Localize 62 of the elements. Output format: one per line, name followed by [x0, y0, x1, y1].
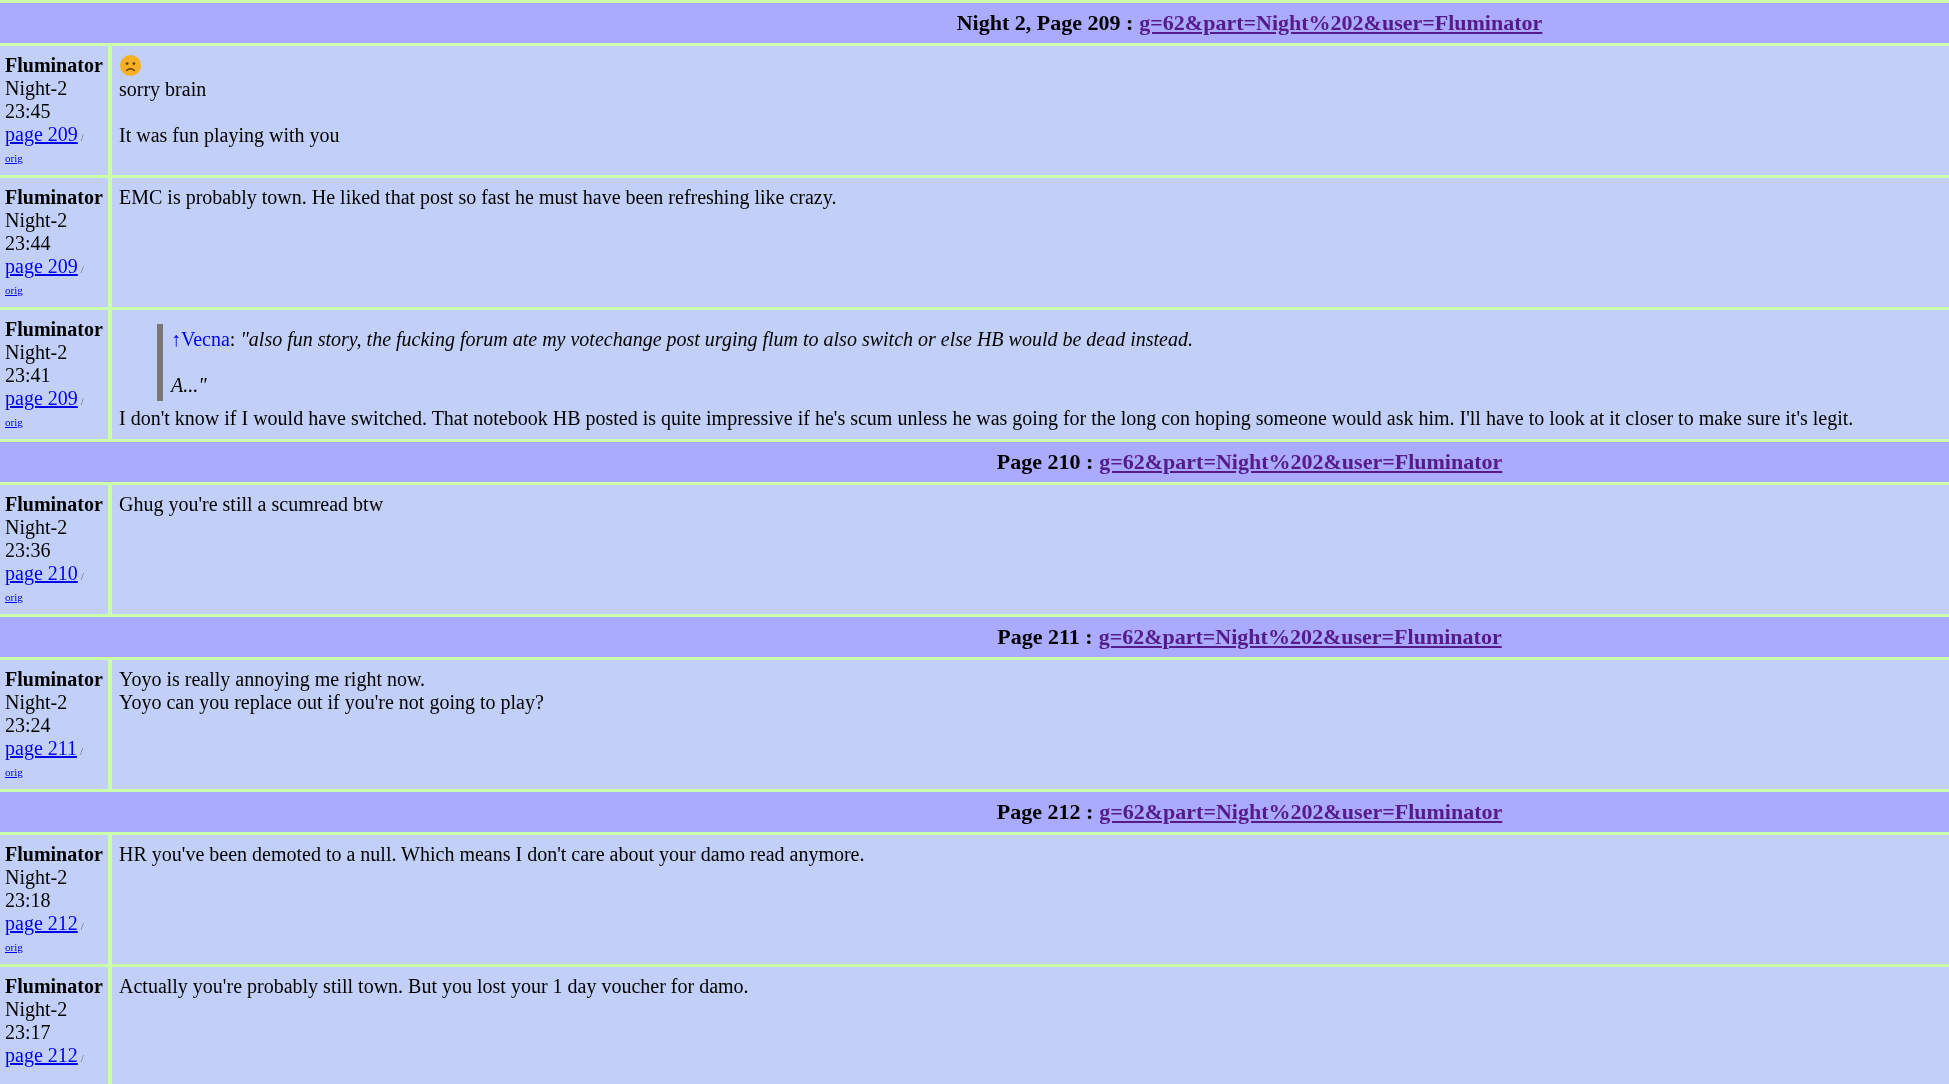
post-text: Ghug you're still a scumread btw: [119, 493, 385, 516]
author-name: Fluminator: [5, 843, 103, 866]
header-label: Night 2, Page 209 :: [956, 10, 1134, 36]
header-link[interactable]: g=62&part=Night%202&user=Fluminator: [1099, 449, 1503, 475]
page-link[interactable]: page 209: [5, 387, 78, 409]
separator-slash: /: [80, 131, 84, 143]
post-time: 23:36: [5, 539, 52, 562]
header-link[interactable]: g=62&part=Night%202&user=Fluminator: [1098, 624, 1502, 650]
phase-label: Night-2: [5, 516, 69, 539]
post-time: 23:44: [5, 232, 52, 255]
author-name: Fluminator: [5, 668, 103, 691]
separator-slash: /: [80, 1052, 84, 1064]
header-label: Page 210 :: [996, 449, 1094, 475]
author-name: Fluminator: [5, 493, 103, 516]
sad-face-icon: [119, 54, 142, 77]
header-label: Page 212 :: [996, 799, 1094, 825]
orig-link[interactable]: orig: [5, 588, 23, 606]
post-text: HR you've been demoted to a null. Which means I don't care about your damo read anymore.: [119, 843, 866, 866]
orig-link[interactable]: orig: [5, 763, 23, 781]
post-text: It was fun playing with you: [119, 124, 341, 147]
post-time: 23:24: [5, 714, 52, 737]
header-link[interactable]: g=62&part=Night%202&user=Fluminator: [1099, 799, 1503, 825]
orig-link[interactable]: orig: [5, 938, 23, 956]
orig-link[interactable]: orig: [5, 281, 23, 299]
page-link[interactable]: page 211: [5, 737, 77, 759]
separator-slash: /: [80, 395, 84, 407]
post-text: EMC is probably town. He liked that post so fast he must have been refreshing like crazy.: [119, 186, 838, 209]
quote-text: ↑Vecna: "also fun story, the fucking forum ate my votechange post urging flum to also switch or else HB would be dead instead.: [171, 328, 1193, 351]
post-text: Yoyo is really annoying me right now.: [119, 668, 427, 691]
post-time: 23:41: [5, 364, 52, 387]
separator-slash: /: [80, 745, 84, 757]
separator-slash: /: [80, 920, 84, 932]
phase-label: Night-2: [5, 209, 69, 232]
page-link[interactable]: page 212: [5, 1044, 78, 1066]
orig-link[interactable]: orig: [5, 149, 23, 167]
page-link[interactable]: page 209: [5, 123, 78, 145]
page-link[interactable]: page 210: [5, 562, 78, 584]
quote-text: A...": [171, 374, 208, 397]
post-text: I don't know if I would have switched. That notebook HB posted is quite impressive if he's scum unless he was going for the long con hoping someone would ask him. I'll have to look at it closer to make sure it's legit.: [119, 407, 1855, 430]
post-time: 23:18: [5, 889, 52, 912]
post-text: Actually you're probably still town. But you lost your 1 day voucher for damo.: [119, 975, 750, 998]
quote-source-link[interactable]: ↑Vecna: [171, 328, 230, 350]
post-text: sorry brain: [119, 78, 208, 101]
post-time: 23:45: [5, 100, 52, 123]
phase-label: Night-2: [5, 866, 69, 889]
phase-label: Night-2: [5, 691, 69, 714]
page-link[interactable]: page 212: [5, 912, 78, 934]
header-link[interactable]: g=62&part=Night%202&user=Fluminator: [1139, 10, 1543, 36]
page-link[interactable]: page 209: [5, 255, 78, 277]
phase-label: Night-2: [5, 341, 69, 364]
phase-label: Night-2: [5, 77, 69, 100]
author-name: Fluminator: [5, 186, 103, 209]
author-name: Fluminator: [5, 975, 103, 998]
post-time: 23:17: [5, 1021, 52, 1044]
phase-label: Night-2: [5, 998, 69, 1021]
author-name: Fluminator: [5, 318, 103, 341]
author-name: Fluminator: [5, 54, 103, 77]
post-text: Yoyo can you replace out if you're not going to play?: [119, 691, 545, 714]
separator-slash: /: [80, 263, 84, 275]
separator-slash: /: [80, 570, 84, 582]
orig-link[interactable]: orig: [5, 413, 23, 431]
header-label: Page 211 :: [997, 624, 1093, 650]
